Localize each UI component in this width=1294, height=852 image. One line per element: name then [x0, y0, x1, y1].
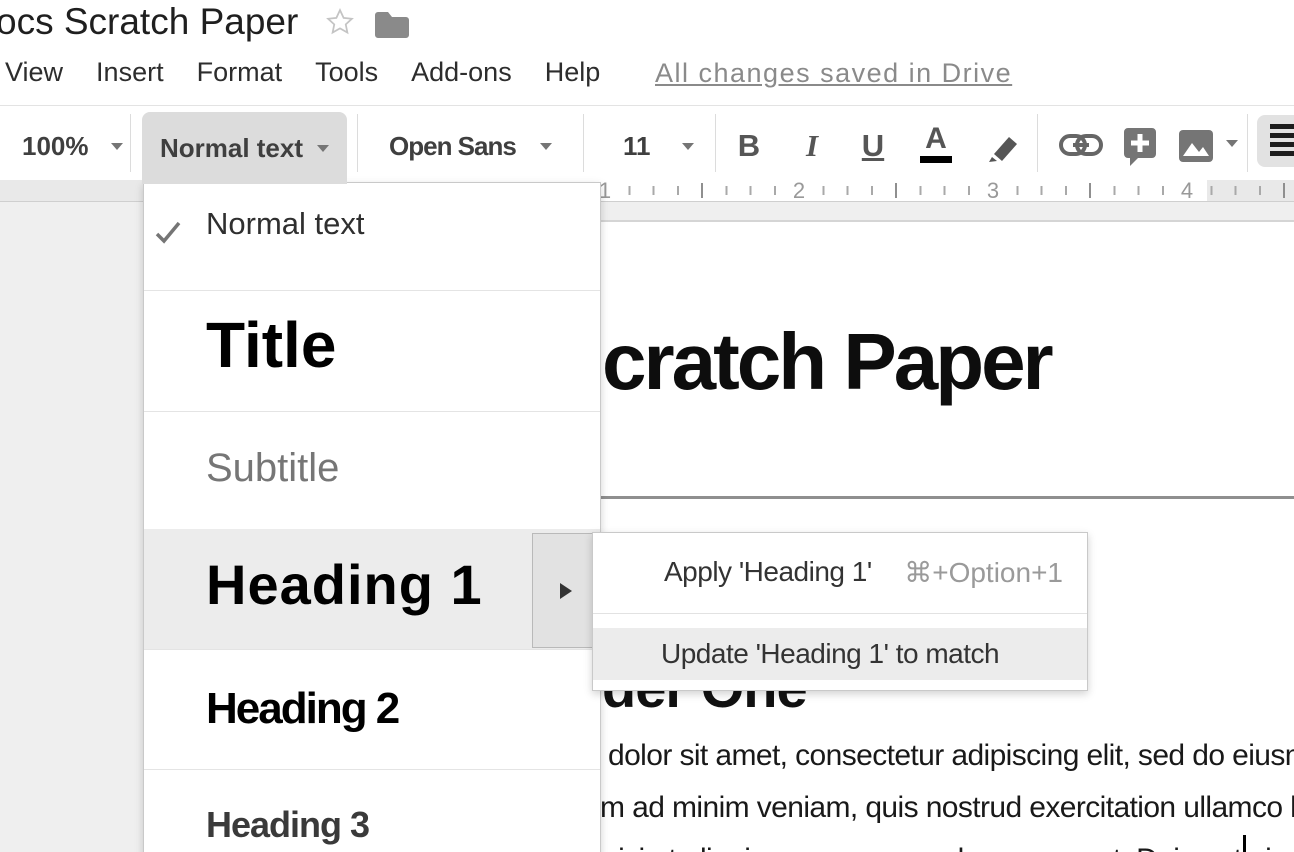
- menu-divider: [593, 613, 1087, 614]
- body-text-line[interactable]: m ad minim veniam, quis nostrud exercita…: [600, 790, 1294, 826]
- menu-view[interactable]: View: [5, 57, 63, 88]
- toolbar-separator: [1247, 114, 1248, 172]
- menu-item-label: Subtitle: [206, 448, 339, 488]
- paragraph-style-value: Normal text: [160, 133, 303, 164]
- paragraph-styles-menu: Normal text Title Subtitle Heading 1 Hea…: [143, 182, 601, 852]
- menu-item-label: Normal text: [206, 208, 364, 239]
- bold-button[interactable]: B: [725, 122, 773, 170]
- comment-icon: [1118, 155, 1162, 172]
- text-cursor: [1243, 835, 1246, 852]
- text-color-swatch: [920, 156, 952, 163]
- body-text-line[interactable]: dolor sit amet, consectetur adipiscing e…: [608, 738, 1294, 774]
- font-size-value: 11: [623, 131, 651, 162]
- ruler-number: 3: [982, 180, 1004, 201]
- font-family-select[interactable]: Open Sans: [370, 122, 566, 170]
- menu-divider: [144, 769, 600, 770]
- toolbar-divider-line: [0, 105, 1294, 106]
- toolbar-separator: [1037, 114, 1038, 172]
- highlight-color-button[interactable]: [982, 124, 1026, 173]
- google-docs-window: ocs Scratch Paper View Insert Format Too…: [0, 0, 1294, 852]
- body-text-line[interactable]: nisi ut aliquip ex ea commodo consequat.…: [602, 842, 1294, 852]
- chevron-down-icon: [111, 143, 123, 150]
- menu-format[interactable]: Format: [197, 57, 283, 88]
- chevron-down-icon: [682, 143, 694, 150]
- underline-button[interactable]: U: [849, 122, 897, 170]
- menu-tools[interactable]: Tools: [315, 57, 378, 88]
- submenu-item-label: Apply 'Heading 1': [664, 556, 872, 588]
- zoom-value: 100%: [22, 131, 89, 162]
- align-left-icon: [1270, 124, 1294, 160]
- submenu-item-label: Update 'Heading 1' to match: [661, 638, 999, 670]
- chevron-down-icon: [317, 145, 329, 152]
- menu-item-label: Heading 1: [206, 557, 483, 613]
- insert-image-button[interactable]: [1174, 124, 1218, 173]
- text-color-button[interactable]: A: [912, 124, 960, 170]
- paragraph-style-select[interactable]: Normal text: [142, 112, 347, 184]
- font-family-value: Open Sans: [389, 131, 516, 162]
- ruler-number: 4: [1176, 180, 1198, 201]
- document-name[interactable]: ocs Scratch Paper: [0, 1, 298, 43]
- menu-item-label: Heading 2: [206, 687, 398, 731]
- insert-link-button[interactable]: [1058, 130, 1104, 165]
- checkmark-icon: [154, 219, 182, 252]
- menu-item-label: Title: [206, 313, 336, 377]
- heading1-submenu-arrow-button[interactable]: [532, 533, 600, 648]
- chevron-down-icon: [540, 143, 552, 150]
- menu-divider: [144, 411, 600, 412]
- menu-help[interactable]: Help: [545, 57, 601, 88]
- text-color-letter: A: [925, 124, 947, 154]
- heading1-submenu: Apply 'Heading 1' ⌘+Option+1 Update 'Hea…: [592, 532, 1088, 691]
- toolbar-separator: [715, 114, 716, 172]
- align-button[interactable]: [1257, 115, 1294, 167]
- insert-comment-button[interactable]: [1118, 124, 1162, 173]
- toolbar-separator: [583, 114, 584, 172]
- image-icon: [1174, 155, 1218, 172]
- menu-addons[interactable]: Add-ons: [411, 57, 512, 88]
- menu-insert[interactable]: Insert: [96, 57, 164, 88]
- menu-divider: [144, 290, 600, 291]
- star-icon[interactable]: [325, 7, 355, 42]
- submenu-item-update-heading1[interactable]: Update 'Heading 1' to match: [593, 628, 1087, 680]
- save-status-link[interactable]: All changes saved in Drive: [655, 58, 1012, 89]
- highlighter-icon: [982, 155, 1026, 172]
- ruler-number: 2: [788, 180, 810, 201]
- menu-item-label: Heading 3: [206, 807, 369, 843]
- image-options-chevron-icon[interactable]: [1226, 140, 1238, 147]
- font-size-select[interactable]: 11: [597, 122, 703, 170]
- menu-bar: View Insert Format Tools Add-ons Help: [5, 57, 600, 88]
- move-to-folder-icon[interactable]: [372, 9, 412, 46]
- title-horizontal-rule: [540, 496, 1294, 499]
- submenu-arrow-icon: [560, 583, 572, 599]
- toolbar-separator: [130, 114, 131, 172]
- menu-divider: [144, 649, 600, 650]
- document-title-text[interactable]: cratch Paper: [602, 322, 1051, 402]
- zoom-select[interactable]: 100%: [10, 122, 123, 170]
- toolbar-separator: [357, 114, 358, 172]
- link-icon: [1058, 147, 1104, 164]
- keyboard-shortcut: ⌘+Option+1: [904, 556, 1063, 589]
- italic-button[interactable]: I: [788, 122, 836, 170]
